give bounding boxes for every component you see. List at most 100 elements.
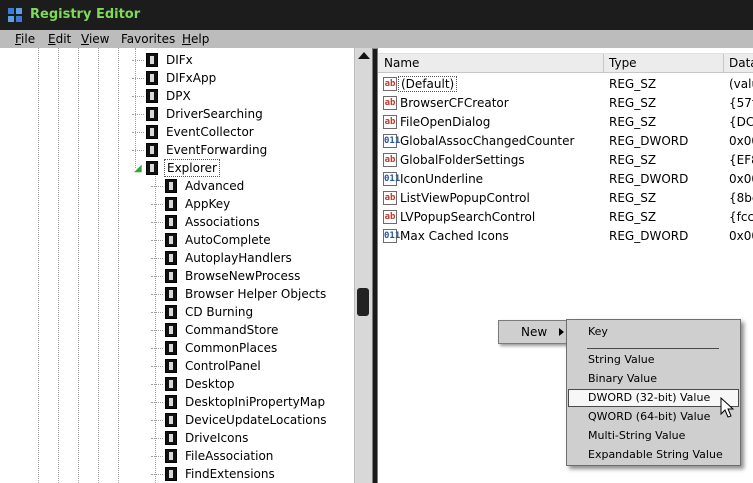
tree-item-label: ControlPanel xyxy=(185,359,261,373)
submenu-item-string-value[interactable]: String Value xyxy=(568,351,739,369)
tree-item-label: CommonPlaces xyxy=(185,341,278,355)
string-value-icon: ab xyxy=(383,191,397,205)
value-type: REG_SZ xyxy=(609,77,657,91)
value-row[interactable]: 011IconUnderline REG_DWORD 0x000 xyxy=(378,170,753,189)
window-title: Registry Editor xyxy=(30,7,141,22)
folder-icon xyxy=(165,449,177,463)
context-menu-new[interactable]: New xyxy=(498,320,570,344)
tree-item-label: CommandStore xyxy=(185,323,279,337)
value-name: Max Cached Icons xyxy=(400,229,509,243)
tree-item-label: BrowseNewProcess xyxy=(185,269,301,283)
column-header-name[interactable]: Name xyxy=(384,56,419,70)
tree-item-label: DriverSearching xyxy=(166,107,263,121)
folder-icon xyxy=(165,341,177,355)
folder-icon xyxy=(165,323,177,337)
mouse-pointer-icon xyxy=(720,397,735,418)
string-value-icon: ab xyxy=(383,115,397,129)
new-submenu: Key String Value Binary Value DWORD (32-… xyxy=(566,319,741,466)
collapse-triangle-icon[interactable]: ◢ xyxy=(134,163,142,174)
submenu-item-label: QWORD (64-bit) Value xyxy=(588,410,711,423)
value-type: REG_DWORD xyxy=(609,172,689,186)
folder-icon xyxy=(165,287,177,301)
folder-icon xyxy=(146,89,158,103)
value-row[interactable]: abListViewPopupControl REG_SZ {8be9 xyxy=(378,189,753,208)
value-type: REG_SZ xyxy=(609,191,657,205)
submenu-item-label: Multi-String Value xyxy=(588,429,686,442)
scrollbar-thumb[interactable] xyxy=(357,288,369,316)
folder-icon xyxy=(165,233,177,247)
key-tree-pane[interactable]: DIFx DIFxApp DPX DriverSearching EventCo… xyxy=(0,48,373,483)
string-value-icon: ab xyxy=(383,96,397,110)
folder-icon xyxy=(165,395,177,409)
menu-help[interactable]: Help xyxy=(182,32,209,46)
tree-item-label: Desktop xyxy=(185,377,235,391)
submenu-item-binary-value[interactable]: Binary Value xyxy=(568,370,739,388)
value-data: {EF8A xyxy=(729,153,753,167)
value-data: 0x000 xyxy=(729,134,753,148)
value-row[interactable]: abBrowserCFCreator REG_SZ {57f8 xyxy=(378,94,753,113)
folder-open-icon xyxy=(146,161,158,175)
value-type: REG_SZ xyxy=(609,96,657,110)
tree-guide-line xyxy=(118,48,119,483)
folder-icon xyxy=(146,107,158,121)
folder-icon xyxy=(165,413,177,427)
folder-icon xyxy=(165,359,177,373)
tree-item-label: AutoComplete xyxy=(185,233,271,247)
tree-item-label: EventForwarding xyxy=(166,143,268,157)
menu-edit-rest: dit xyxy=(55,32,72,46)
value-row[interactable]: 011Max Cached Icons REG_DWORD 0x000 xyxy=(378,227,753,246)
submenu-item-label: DWORD (32-bit) Value xyxy=(588,391,711,404)
tree-item-label: CD Burning xyxy=(185,305,254,319)
scroll-up-arrow-icon[interactable] xyxy=(358,52,370,59)
folder-icon xyxy=(165,179,177,193)
menu-edit-mnemonic: E xyxy=(48,32,56,46)
value-name: BrowserCFCreator xyxy=(400,96,509,110)
value-name: IconUnderline xyxy=(400,172,484,186)
menu-edit[interactable]: Edit xyxy=(48,32,71,46)
column-divider[interactable] xyxy=(603,54,604,72)
value-row[interactable]: abLVPopupSearchControl REG_SZ {fccf xyxy=(378,208,753,227)
folder-icon xyxy=(146,125,158,139)
folder-icon xyxy=(165,431,177,445)
submenu-item-key[interactable]: Key xyxy=(568,323,739,341)
tree-item-label: DPX xyxy=(166,89,191,103)
column-header-type[interactable]: Type xyxy=(609,56,637,70)
value-row[interactable]: abFileOpenDialog REG_SZ {DC1 xyxy=(378,113,753,132)
value-data: (valu xyxy=(729,77,753,91)
folder-icon xyxy=(146,143,158,157)
tree-item-label: DIFxApp xyxy=(166,71,217,85)
value-row[interactable]: 011 GlobalAssocChangedCounter REG_DWORD 0x0… xyxy=(378,132,753,151)
column-header-data[interactable]: Data xyxy=(729,56,753,70)
title-bar[interactable]: Registry Editor xyxy=(0,0,753,30)
tree-guide-line xyxy=(78,48,79,483)
value-row[interactable]: abGlobalFolderSettings REG_SZ {EF8A xyxy=(378,151,753,170)
folder-icon xyxy=(165,269,177,283)
tree-item-label: Explorer xyxy=(164,159,220,177)
value-data: 0x000 xyxy=(729,172,753,186)
submenu-item-qword-value[interactable]: QWORD (64-bit) Value xyxy=(568,408,739,426)
string-value-icon: ab xyxy=(383,153,397,167)
tree-item-label: FindExtensions xyxy=(185,467,275,481)
menu-favorites[interactable]: Favorites xyxy=(121,32,175,46)
value-data: {DC1 xyxy=(729,115,753,129)
folder-icon xyxy=(165,215,177,229)
submenu-item-expandable-string-value[interactable]: Expandable String Value xyxy=(568,446,739,464)
tree-item-label: FileAssociation xyxy=(185,449,274,463)
value-name: LVPopupSearchControl xyxy=(400,210,536,224)
dword-value-icon: 011 xyxy=(383,172,401,186)
tree-guide-line xyxy=(38,48,39,483)
column-divider[interactable] xyxy=(723,54,724,72)
value-row[interactable]: ab(Default) REG_SZ (valu xyxy=(378,75,753,94)
value-type: REG_SZ xyxy=(609,115,657,129)
tree-item-label: AutoplayHandlers xyxy=(185,251,292,265)
tree-item-label: DIFx xyxy=(166,53,193,67)
menu-favorites-label: Favorites xyxy=(121,32,176,46)
folder-icon xyxy=(165,251,177,265)
menu-view[interactable]: View xyxy=(81,32,109,46)
tree-vertical-scrollbar[interactable] xyxy=(354,48,372,483)
submenu-item-dword-value[interactable]: DWORD (32-bit) Value xyxy=(568,389,739,407)
value-name: GlobalFolderSettings xyxy=(400,153,525,167)
menu-file[interactable]: File xyxy=(15,32,35,46)
submenu-item-multi-string-value[interactable]: Multi-String Value xyxy=(568,427,739,445)
value-name: FileOpenDialog xyxy=(400,115,491,129)
